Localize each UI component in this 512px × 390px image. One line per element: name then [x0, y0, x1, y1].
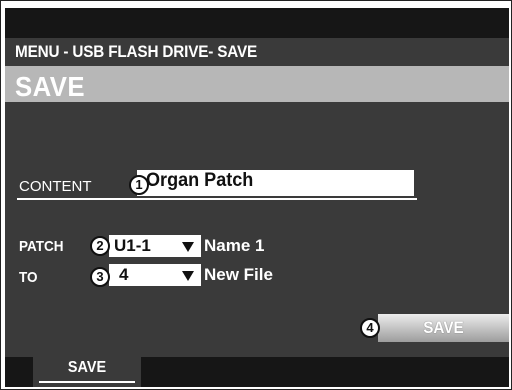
to-file-name: New File — [204, 265, 273, 284]
save-button[interactable]: SAVE — [378, 314, 509, 342]
save-button-label: SAVE — [423, 318, 464, 337]
dropdown-arrow-icon — [182, 271, 194, 281]
content-label: CONTENT — [19, 178, 92, 195]
tab-save-label: SAVE — [67, 359, 107, 376]
callout-badge-1: 1 — [129, 175, 149, 195]
tab-save[interactable]: SAVE — [33, 353, 141, 387]
top-bar — [5, 8, 509, 38]
patch-value: U1-1 — [114, 236, 151, 255]
content-underline — [17, 198, 417, 200]
menu-breadcrumb: MENU - USB FLASH DRIVE- SAVE — [15, 42, 258, 61]
patch-name: Name 1 — [204, 236, 265, 255]
content-value: Organ Patch — [146, 170, 254, 191]
callout-badge-4: 4 — [360, 318, 380, 338]
patch-label: PATCH — [19, 238, 64, 255]
tab-save-underline — [39, 381, 135, 383]
dropdown-arrow-icon — [182, 242, 194, 252]
device-screen: MENU - USB FLASH DRIVE- SAVE SAVE CONTEN… — [5, 8, 509, 387]
page-title: SAVE — [15, 71, 86, 102]
callout-badge-2: 2 — [90, 236, 110, 256]
to-value: 4 — [119, 265, 129, 284]
device-frame: MENU - USB FLASH DRIVE- SAVE SAVE CONTEN… — [0, 0, 512, 390]
to-label: TO — [19, 269, 38, 286]
callout-badge-3: 3 — [90, 267, 110, 287]
